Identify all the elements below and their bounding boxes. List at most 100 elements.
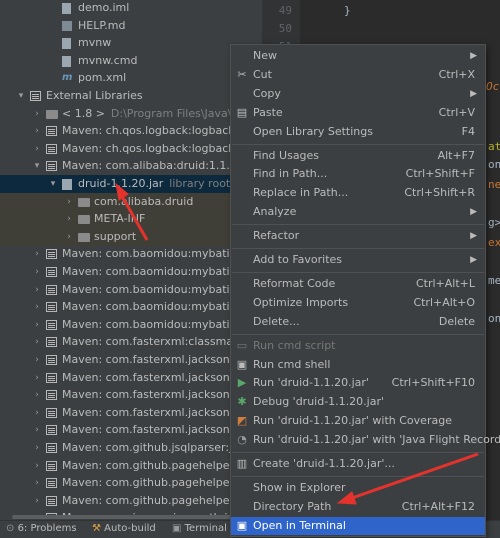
tree-row[interactable]: mvnw: [0, 34, 262, 52]
menu-item-copy[interactable]: Copy ▶: [231, 85, 485, 103]
menu-item-open-in-terminal[interactable]: ▣ Open in Terminal: [231, 516, 485, 535]
tree-row-label: HELP.md: [78, 18, 126, 32]
tree-row[interactable]: mvnw.cmd: [0, 52, 262, 70]
chevron-right-icon[interactable]: ›: [32, 263, 42, 281]
tree-row[interactable]: › Maven: com.github.jsqlparser:jsqlparse: [0, 439, 262, 457]
tree-row[interactable]: › Maven: com.baomidou:mybatis-plus-a: [0, 263, 262, 281]
menu-item-cut[interactable]: ✂ Cut Ctrl+X: [231, 66, 485, 84]
chevron-right-icon[interactable]: ›: [32, 421, 42, 439]
run-icon: ▶: [237, 376, 247, 390]
tree-row[interactable]: › Maven: com.baomidou:mybatis-plus-e: [0, 316, 262, 334]
tree-row[interactable]: HELP.md: [0, 17, 262, 35]
terminal-tab[interactable]: ▣ Terminal: [172, 523, 227, 534]
menu-item-new[interactable]: New ▶: [231, 47, 485, 65]
chevron-right-icon[interactable]: ›: [32, 245, 42, 263]
chevron-right-icon[interactable]: ›: [32, 351, 42, 369]
menu-separator: [232, 143, 484, 145]
menu-item-find-usages[interactable]: Find Usages Alt+F7: [231, 147, 485, 165]
library-icon: [46, 478, 57, 489]
menu-item-replace-in-path[interactable]: Replace in Path... Ctrl+Shift+R: [231, 184, 485, 202]
build-icon: ⚒: [92, 523, 105, 534]
library-icon: [46, 407, 57, 418]
tree-row-label: support: [94, 229, 137, 243]
chevron-right-icon[interactable]: ›: [32, 474, 42, 492]
tree-row[interactable]: › Maven: com.fasterxml.jackson.module: [0, 421, 262, 439]
chevron-right-icon[interactable]: ›: [64, 228, 74, 246]
menu-item-label: Reformat Code: [253, 276, 336, 290]
tree-row[interactable]: › Maven: com.baomidou:mybatis-plus:3.: [0, 245, 262, 263]
chevron-down-icon[interactable]: ▾: [16, 87, 26, 105]
tree-row[interactable]: › Maven: com.baomidou:mybatis-plus-b: [0, 281, 262, 299]
tree-row[interactable]: ▾ External Libraries: [0, 87, 262, 105]
library-icon: [46, 302, 57, 313]
menu-item-run-druid-1-1-20-jar[interactable]: ▶ Run 'druid-1.1.20.jar' Ctrl+Shift+F10: [231, 374, 485, 392]
chevron-right-icon[interactable]: ›: [32, 140, 42, 158]
chevron-right-icon[interactable]: ›: [32, 369, 42, 387]
tree-row[interactable]: › Maven: com.fasterxml.jackson.core:jac: [0, 351, 262, 369]
chevron-right-icon[interactable]: ›: [32, 457, 42, 475]
tree-row[interactable]: › Maven: com.fasterxml.jackson.datatype: [0, 404, 262, 422]
tree-row[interactable]: › Maven: com.github.pagehelper:pagehe: [0, 474, 262, 492]
chevron-down-icon[interactable]: ▾: [32, 157, 42, 175]
chevron-right-icon[interactable]: ›: [32, 404, 42, 422]
menu-item-run-cmd-shell[interactable]: ▣ Run cmd shell: [231, 356, 485, 374]
menu-item-open-library-settings[interactable]: Open Library Settings F4: [231, 123, 485, 141]
menu-item-reformat-code[interactable]: Reformat Code Ctrl+Alt+L: [231, 275, 485, 293]
code-fragment: on: [488, 312, 500, 325]
tree-row[interactable]: ▾ Maven: com.alibaba:druid:1.1.20: [0, 157, 262, 175]
problems-tab[interactable]: ⊙ 6: Problems: [6, 523, 77, 534]
chevron-right-icon[interactable]: ›: [32, 333, 42, 351]
chevron-down-icon[interactable]: ▾: [48, 175, 58, 193]
tree-row[interactable]: ›< 1.8 >D:\Program Files\Java\jdk1.8.0_: [0, 105, 262, 123]
tree-row[interactable]: › Maven: ch.qos.logback:logback-core:1.: [0, 140, 262, 158]
chevron-right-icon[interactable]: ›: [32, 439, 42, 457]
auto-build-tab[interactable]: ⚒ Auto-build: [92, 523, 156, 534]
menu-item-label: Open Library Settings: [253, 124, 373, 138]
tree-row[interactable]: › Maven: com.github.pagehelper:pagehe: [0, 457, 262, 475]
chevron-right-icon[interactable]: ›: [32, 492, 42, 510]
menu-item-directory-path[interactable]: Directory Path Ctrl+Alt+F12: [231, 498, 485, 516]
chevron-right-icon[interactable]: ›: [32, 122, 42, 140]
code-fragment: new: [488, 178, 500, 191]
menu-item-delete[interactable]: Delete... Delete: [231, 313, 485, 331]
menu-item-run-druid-1-1-20-jar-with-java-flight-recorder[interactable]: ◔ Run 'druid-1.1.20.jar' with 'Java Fligh…: [231, 431, 500, 449]
tree-row[interactable]: › Maven: com.fasterxml.jackson.core:jac: [0, 369, 262, 387]
tree-row[interactable]: › Maven: ch.qos.logback:logback-classic: [0, 122, 262, 140]
chevron-right-icon[interactable]: ›: [32, 386, 42, 404]
tree-row[interactable]: › Maven: com.fasterxml.jackson.datatype: [0, 386, 262, 404]
tree-row[interactable]: › Maven: com.github.pagehelper:pagehe: [0, 492, 262, 510]
tree-row[interactable]: m pom.xml: [0, 69, 262, 87]
menu-item-run-druid-1-1-20-jar-with-coverage[interactable]: ◩ Run 'druid-1.1.20.jar' with Coverage: [231, 412, 485, 430]
tree-row[interactable]: ▾ druid-1.1.20.jar library root: [0, 175, 262, 193]
menu-item-run-cmd-script[interactable]: ▭ Run cmd script: [231, 337, 485, 355]
menu-item-show-in-explorer[interactable]: Show in Explorer: [231, 479, 485, 497]
library-icon: [46, 443, 57, 453]
menu-item-find-in-path[interactable]: Find in Path... Ctrl+Shift+F: [231, 165, 485, 183]
library-icon: [30, 91, 41, 101]
menu-item-paste[interactable]: ▤ Paste Ctrl+V: [231, 104, 485, 122]
file-icon: [62, 3, 71, 14]
scrollbar-thumb[interactable]: [12, 515, 252, 519]
menu-item-create-druid-1-1-20-jar[interactable]: ▥ Create 'druid-1.1.20.jar'...: [231, 455, 485, 473]
menu-item-add-to-favorites[interactable]: Add to Favorites ▶: [231, 251, 485, 269]
menu-item-debug-druid-1-1-20-jar[interactable]: ✱ Debug 'druid-1.1.20.jar': [231, 393, 485, 411]
menu-item-analyze[interactable]: Analyze ▶: [231, 203, 485, 221]
tree-row[interactable]: › Maven: com.fasterxml:classmate:1.5.: [0, 333, 262, 351]
line-number: 49: [278, 4, 292, 17]
tree-row[interactable]: › META-INF: [0, 210, 262, 229]
tree-row[interactable]: › com.alibaba.druid: [0, 192, 262, 211]
chevron-right-icon[interactable]: ›: [32, 281, 42, 299]
chevron-right-icon[interactable]: ›: [32, 298, 42, 316]
menu-item-optimize-imports[interactable]: Optimize Imports Ctrl+Alt+O: [231, 294, 485, 312]
menu-item-shortcut: Alt+F7: [437, 148, 475, 162]
chevron-right-icon[interactable]: ›: [32, 316, 42, 334]
chevron-right-icon[interactable]: ›: [32, 105, 42, 123]
tree-row[interactable]: demo.iml: [0, 0, 262, 17]
chevron-right-icon[interactable]: ›: [64, 193, 74, 211]
chevron-right-icon[interactable]: ›: [64, 210, 74, 228]
tree-row[interactable]: › Maven: com.baomidou:mybatis-plus-c: [0, 298, 262, 316]
tree-row[interactable]: › support: [0, 227, 262, 246]
menu-item-refactor[interactable]: Refactor ▶: [231, 227, 485, 245]
menu-separator: [232, 333, 484, 335]
terminal-icon: ▣: [236, 518, 248, 532]
